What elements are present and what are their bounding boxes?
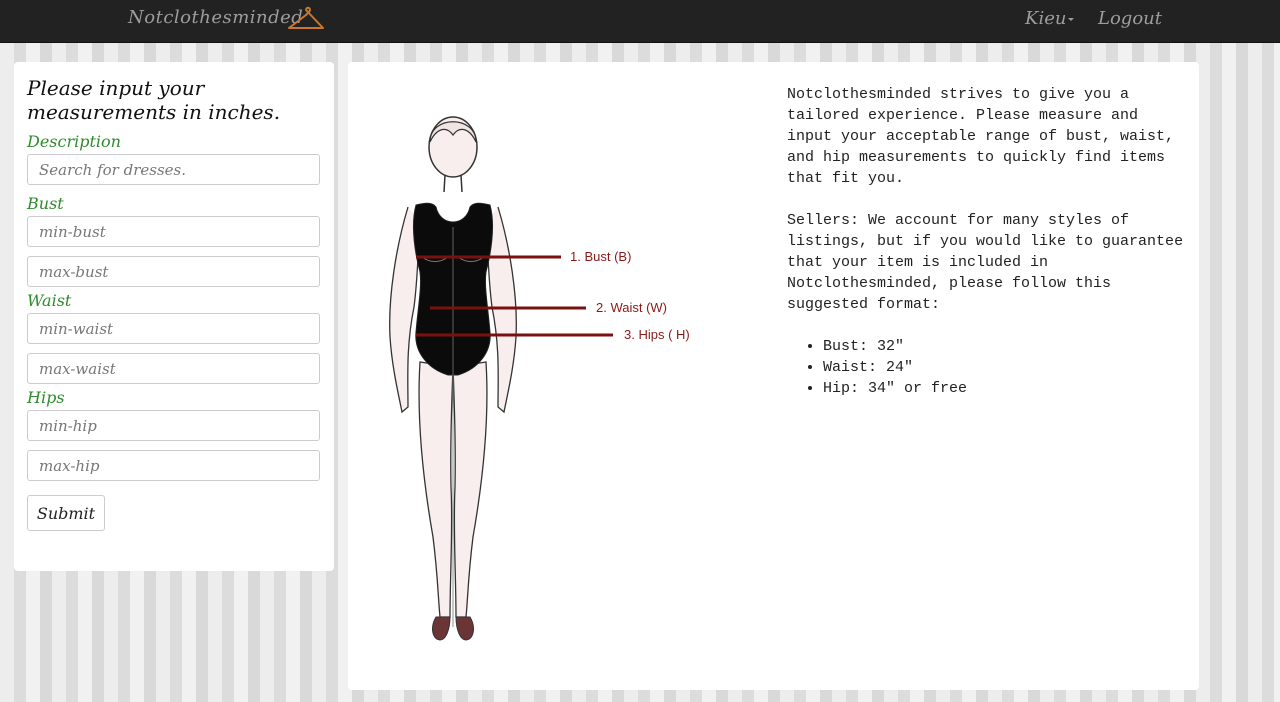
logout-link[interactable]: Logout <box>1098 8 1162 29</box>
hips-measure-label: 3. Hips ( H) <box>624 327 690 342</box>
max-hip-input[interactable] <box>27 450 320 481</box>
waist-label: Waist <box>27 291 72 310</box>
max-waist-input[interactable] <box>27 353 320 384</box>
min-bust-input[interactable] <box>27 216 320 247</box>
figure-right-shoe <box>455 616 474 641</box>
hips-label: Hips <box>27 388 65 407</box>
waist-measure-label: 2. Waist (W) <box>596 300 667 315</box>
navbar: Notclothesminded Kieu Logout <box>0 0 1280 43</box>
list-item: Hip: 34" or free <box>823 378 1187 399</box>
description-label: Description <box>27 132 121 151</box>
user-name: Kieu <box>1025 8 1067 29</box>
caret-down-icon <box>1068 17 1075 21</box>
min-waist-input[interactable] <box>27 313 320 344</box>
instructions: Notclothesminded strives to give you a t… <box>787 84 1187 399</box>
submit-button[interactable]: Submit <box>27 495 105 531</box>
body-measurement-figure: 1. Bust (B) 2. Waist (W) 3. Hips ( H) <box>389 116 690 641</box>
figure-left-leg <box>418 361 454 618</box>
min-hip-input[interactable] <box>27 410 320 441</box>
hanger-icon <box>288 6 324 29</box>
info-panel: 1. Bust (B) 2. Waist (W) 3. Hips ( H) No… <box>348 62 1199 690</box>
user-dropdown[interactable]: Kieu <box>1025 8 1075 29</box>
form-title: Please input your measurements in inches… <box>27 76 281 124</box>
max-bust-input[interactable] <box>27 256 320 287</box>
sellers-paragraph: Sellers: We account for many styles of l… <box>787 212 1184 313</box>
bust-label: Bust <box>27 194 64 213</box>
brand-link[interactable]: Notclothesminded <box>128 7 303 28</box>
format-list: Bust: 32" Waist: 24" Hip: 34" or free <box>787 336 1187 399</box>
list-item: Waist: 24" <box>823 357 1187 378</box>
bust-measure-label: 1. Bust (B) <box>570 249 631 264</box>
figure-right-leg <box>452 361 488 618</box>
list-item: Bust: 32" <box>823 336 1187 357</box>
measurement-form: Please input your measurements in inches… <box>14 62 334 571</box>
description-input[interactable] <box>27 154 320 185</box>
intro-paragraph: Notclothesminded strives to give you a t… <box>787 86 1175 187</box>
figure-left-shoe <box>432 616 451 641</box>
